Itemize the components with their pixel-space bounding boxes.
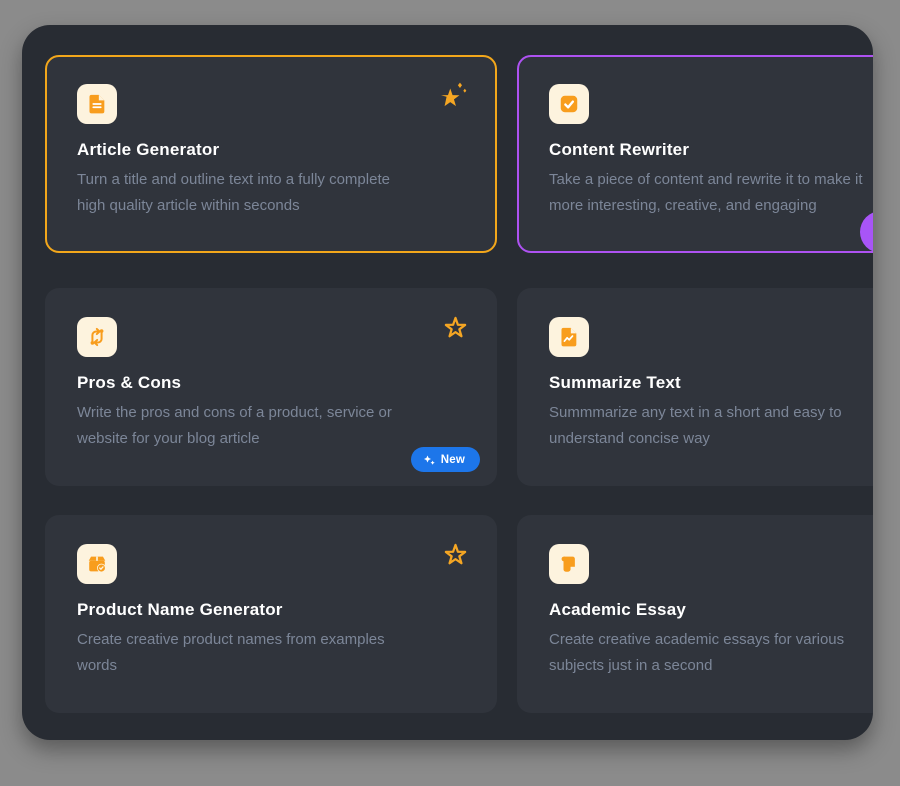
new-badge: New — [411, 447, 480, 472]
package-check-icon — [86, 553, 108, 575]
tool-title: Product Name Generator — [77, 600, 465, 620]
favorite-star-button[interactable] — [442, 314, 469, 341]
tool-icon-tile — [549, 84, 589, 124]
tool-card-academic-essay[interactable]: Academic Essay Create creative academic … — [517, 515, 873, 713]
tool-icon-tile — [77, 317, 117, 357]
swap-arrows-icon — [86, 326, 108, 348]
tool-title: Academic Essay — [549, 600, 873, 620]
tool-title: Article Generator — [77, 140, 465, 160]
favorite-star-button[interactable] — [438, 81, 469, 109]
tool-description: Create creative product names from examp… — [77, 627, 465, 679]
tool-description: Summmarize any text in a short and easy … — [549, 400, 873, 452]
tool-card-pros-and-cons[interactable]: Pros & Cons Write the pros and cons of a… — [45, 288, 497, 486]
tool-card-summarize-text[interactable]: Summarize Text Summmarize any text in a … — [517, 288, 873, 486]
favorite-star-button[interactable] — [442, 541, 469, 568]
page-background: { "colors": { "page_background": "#8b8b8… — [0, 0, 900, 786]
document-chart-icon — [558, 326, 580, 348]
tool-icon-tile — [549, 317, 589, 357]
document-icon — [86, 93, 108, 115]
tool-icon-tile — [77, 544, 117, 584]
tool-description: Take a piece of content and rewrite it t… — [549, 167, 873, 219]
check-square-icon — [558, 93, 580, 115]
tool-description: Write the pros and cons of a product, se… — [77, 400, 465, 452]
tool-card-content-rewriter[interactable]: Content Rewriter Take a piece of content… — [517, 55, 873, 253]
tool-title: Content Rewriter — [549, 140, 873, 160]
tool-icon-tile — [549, 544, 589, 584]
tool-title: Summarize Text — [549, 373, 873, 393]
sparkle-star-filled-icon — [438, 81, 469, 109]
star-outline-icon — [442, 541, 469, 568]
tool-card-product-name-generator[interactable]: Product Name Generator Create creative p… — [45, 515, 497, 713]
star-outline-icon — [442, 314, 469, 341]
tool-title: Pros & Cons — [77, 373, 465, 393]
new-badge-label: New — [441, 454, 465, 466]
tool-card-article-generator[interactable]: Article Generator Turn a title and outli… — [45, 55, 497, 253]
sparkles-icon — [423, 454, 435, 466]
tool-description: Create creative academic essays for vari… — [549, 627, 873, 679]
tool-icon-tile — [77, 84, 117, 124]
tools-grid-panel: Article Generator Turn a title and outli… — [22, 25, 873, 740]
tool-description: Turn a title and outline text into a ful… — [77, 167, 465, 219]
scroll-icon — [558, 553, 580, 575]
